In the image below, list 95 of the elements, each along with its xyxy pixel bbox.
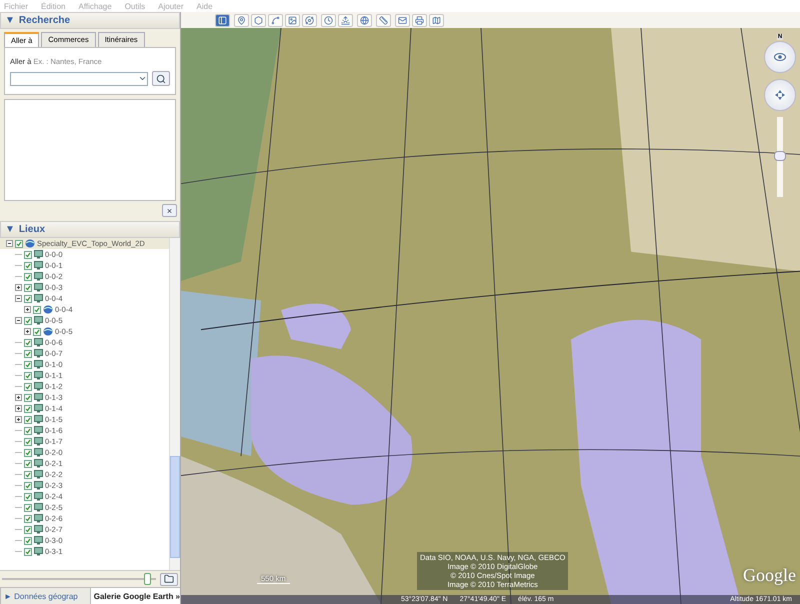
layer-icon [34,261,43,270]
layer-icon [34,349,43,358]
layer-icon [34,371,43,380]
search-button[interactable] [152,71,170,86]
checkbox[interactable] [24,438,32,446]
checkbox[interactable] [24,470,32,478]
layer-icon [34,536,43,545]
layer-icon [34,382,43,391]
checkbox[interactable] [24,250,32,258]
checkbox[interactable] [33,328,41,336]
folder-button[interactable] [160,572,178,586]
checkbox[interactable] [24,426,32,434]
tab[interactable]: Galerie Google Earth » [90,588,180,604]
layer-icon [34,426,43,435]
expand-icon[interactable] [24,306,31,313]
layer-icon [34,415,43,424]
checkbox[interactable] [24,482,32,490]
checkbox[interactable] [24,338,32,346]
layer-icon [34,272,43,281]
layer-icon [34,404,43,413]
checkbox[interactable] [24,504,32,512]
logo: Google [743,565,796,586]
image-icon[interactable] [285,14,300,26]
layer-icon [34,448,43,457]
collapse-icon[interactable] [15,317,22,324]
checkbox[interactable] [24,394,32,402]
checkbox[interactable] [24,382,32,390]
layer-icon [34,481,43,490]
layer-icon [34,470,43,479]
path-icon[interactable] [268,14,283,26]
arrows-icon[interactable] [775,90,785,100]
layer-icon [34,338,43,347]
layer-icon [34,283,43,292]
layer-icon [34,316,43,325]
checkbox[interactable] [24,360,32,368]
checkbox[interactable] [24,350,32,358]
clock-icon[interactable] [321,14,336,26]
polygon-icon[interactable] [251,14,266,26]
layer-icon [34,547,43,556]
search-icon[interactable] [156,74,166,84]
layer-icon [34,525,43,534]
checkbox[interactable] [24,514,32,522]
eye-icon[interactable] [774,53,786,61]
layer-icon [34,459,43,468]
checkbox[interactable] [24,372,32,380]
layer-icon [34,360,43,369]
layer-icon [34,294,43,303]
ruler-icon[interactable] [376,14,391,26]
layer-icon [34,514,43,523]
checkbox[interactable] [24,404,32,412]
expand-icon[interactable] [24,328,31,335]
checkbox[interactable] [33,306,41,314]
checkbox[interactable] [24,492,32,500]
expand-icon[interactable] [15,394,22,401]
map-icon[interactable] [429,14,444,26]
layer-icon [34,492,43,501]
checkbox[interactable] [24,448,32,456]
printer-icon[interactable] [412,14,427,26]
layer-icon [34,437,43,446]
collapse-icon[interactable] [15,295,22,302]
tab[interactable]: ► Données géograp [0,588,90,604]
globe-icon [43,327,53,336]
expand-icon[interactable] [15,284,22,291]
checkbox[interactable] [24,536,32,544]
layer-icon [34,250,43,259]
checkbox[interactable] [24,526,32,534]
close-button[interactable]: × [162,204,177,217]
collapse-icon[interactable] [6,240,13,247]
mail-icon[interactable] [395,14,410,26]
sidebar-icon[interactable] [215,14,230,26]
globe-icon[interactable] [357,14,372,26]
layer-icon [34,393,43,402]
checkbox[interactable] [24,316,32,324]
checkbox[interactable] [24,460,32,468]
checkbox[interactable] [24,262,32,270]
checkbox[interactable] [24,416,32,424]
orbit-icon[interactable] [302,14,317,26]
checkbox[interactable] [24,284,32,292]
zoom-slider[interactable] [774,117,786,197]
checkbox[interactable] [15,240,23,248]
search-field[interactable] [10,72,148,86]
globe-icon [43,305,53,314]
globe-icon [25,239,35,248]
checkbox[interactable] [24,294,32,302]
caret-icon[interactable] [138,74,147,83]
sunrise-icon[interactable] [338,14,353,26]
pin-icon[interactable] [234,14,249,26]
expand-icon[interactable] [15,416,22,423]
panel-header[interactable]: ▼ Lieux [0,221,180,238]
panel-header[interactable]: ▼ Recherche [0,12,180,29]
scrollbar[interactable] [169,238,180,570]
layer-icon [34,503,43,512]
checkbox[interactable] [24,272,32,280]
expand-icon[interactable] [15,405,22,412]
checkbox[interactable] [24,548,32,556]
